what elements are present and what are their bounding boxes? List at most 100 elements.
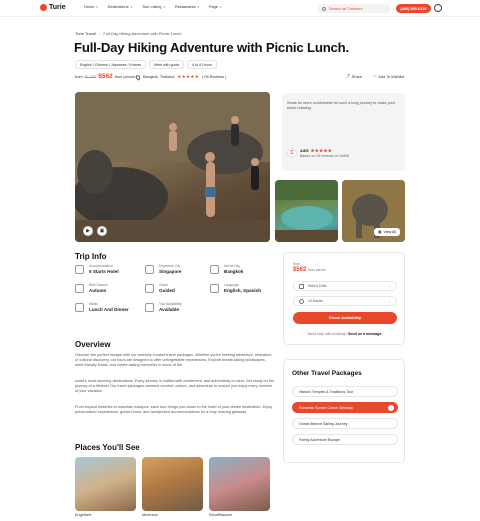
map-pin-icon (134, 73, 142, 81)
old-price: $1,700 (84, 75, 97, 79)
guests-select[interactable]: 12 Adults ⌄ (293, 296, 397, 306)
package-label: Ocean Breeze Sailing Journey (299, 421, 348, 426)
share-button[interactable]: ⤴ Share (346, 74, 362, 79)
package-label: Historic Temples & Traditions Tour (299, 389, 354, 394)
info-value: Guided (159, 288, 175, 293)
view-all-label: View All (383, 230, 396, 234)
menu-item-restaurants[interactable]: Restaurants ▾ (175, 5, 199, 9)
package-label: Family Adventure Escape (299, 437, 340, 442)
people-icon (299, 298, 304, 304)
hotel-icon (75, 265, 84, 274)
video-icon[interactable]: ▶ (83, 226, 93, 236)
package-item[interactable]: Historic Temples & Traditions Tour (292, 386, 398, 397)
package-item[interactable]: Family Adventure Escape (292, 434, 398, 445)
overview-paragraph: Discover the perfect escape with our car… (75, 353, 273, 368)
main-photo-art (75, 92, 270, 242)
view-all-button[interactable]: ▦ View All (374, 228, 400, 236)
info-departure: Departure City Singapore (145, 264, 210, 274)
info-value: Lunch And Dinner (89, 307, 129, 312)
info-label: Tour Availability (159, 302, 182, 306)
info-label: Best Season (89, 283, 108, 287)
tour-tags: English / Chinese / Japanese / Korean Me… (75, 60, 217, 69)
phone-button[interactable]: (406) 555-0120 (396, 4, 431, 13)
booking-price: $562 from person (293, 267, 326, 273)
menu-item-destinations[interactable]: Destinations ▾ (108, 5, 132, 9)
gallery-photo-elephant[interactable]: ▦ View All (342, 180, 405, 242)
river-photo-art (275, 180, 338, 242)
date-select-label: Select Date (308, 284, 327, 288)
info-value: English, Spanish (224, 288, 262, 293)
info-label: Departure City (159, 264, 181, 268)
package-item-active[interactable]: Romantic Sunset Cruise Getaway → (292, 402, 398, 413)
breadcrumb-current: Full-Day Hiking Adventure with Picnic Lu… (103, 31, 182, 36)
guide-icon (145, 284, 154, 293)
language-icon (210, 284, 219, 293)
breadcrumb-home[interactable]: Turie Travel (75, 31, 96, 36)
tag-guide: Meet with guide (149, 60, 185, 69)
wishlist-button[interactable]: ♡ Add To Wishlist (372, 74, 405, 80)
menu-item-label: Tour Listing (142, 5, 162, 9)
guests-select-label: 12 Adults (308, 299, 323, 303)
main-menu: Home ▾ Destinations ▾ Tour Listing ▾ Restau… (84, 5, 221, 9)
chevron-down-icon: ▾ (219, 5, 222, 9)
brand-logo[interactable]: Turie (40, 4, 66, 11)
menu-item-page[interactable]: Page ▾ (209, 5, 221, 9)
search-bar (317, 4, 391, 13)
search-icon (322, 6, 326, 11)
user-icon[interactable] (434, 4, 442, 12)
overview-heading: Overview (75, 340, 111, 349)
booking-help: Need help with booking? Send us a messag… (284, 332, 406, 336)
chevron-down-icon: ▾ (96, 5, 98, 9)
place-image (142, 457, 203, 511)
arrow-right-icon: → (388, 405, 394, 411)
info-language: Language English, Spanish (210, 283, 275, 293)
image-icon[interactable]: ▣ (97, 226, 107, 236)
review-score-value: 4.8/5 (300, 149, 309, 153)
send-message-link[interactable]: Send us a message. (348, 332, 382, 336)
info-season: Best Season Autumn (75, 283, 145, 293)
review-count[interactable]: ( 05 Reviews ) (202, 75, 226, 79)
location-text: Bangkok, Thailand (143, 75, 175, 79)
tag-languages: English / Chinese / Japanese / Korean (75, 60, 147, 69)
heart-icon: ♡ (372, 75, 377, 79)
info-label: Meals (89, 302, 98, 306)
page-actions: ⤴ Share ♡ Add To Wishlist (346, 74, 404, 79)
share-label: Share (351, 74, 362, 79)
info-arrival: Arrival City Bangkok (210, 264, 275, 274)
main-photo[interactable]: ▶ ▣ (75, 92, 270, 242)
menu-item-tour-listing[interactable]: Tour Listing ▾ (142, 5, 165, 9)
menu-item-label: Restaurants (175, 5, 196, 9)
booking-card: from $562 from person Select Date ⌄ 12 A… (283, 252, 405, 345)
package-item[interactable]: Ocean Breeze Sailing Journey (292, 418, 398, 429)
availability-icon (145, 303, 154, 312)
info-value: Available (159, 307, 180, 312)
check-availability-button[interactable]: Check Availability (293, 312, 397, 324)
date-select[interactable]: Select Date ⌄ (293, 281, 397, 291)
getlift-logo-icon: C (287, 148, 297, 158)
location-rating: Bangkok, Thailand ★★★★★ ( 05 Reviews ) (134, 73, 226, 81)
place-label: Montreux (142, 513, 158, 517)
brand-name: Turie (49, 4, 66, 11)
info-availability: Tour Availability Available (145, 302, 210, 312)
search-input[interactable] (329, 6, 384, 11)
place-card[interactable]: Montreux (142, 457, 203, 517)
menu-item-label: Destinations (107, 5, 129, 9)
info-value: Singapore (159, 269, 182, 274)
menu-item-home[interactable]: Home ▾ (84, 5, 98, 9)
calendar-icon (299, 283, 304, 289)
chevron-down-icon: ⌄ (387, 299, 391, 303)
info-value: 5 Starts Hotel (89, 269, 119, 274)
rating-stars-icon: ★★★★★ (177, 74, 200, 79)
wishlist-label: Add To Wishlist (378, 74, 405, 79)
place-card[interactable]: Engelbert (75, 457, 136, 517)
logo-mark-icon (40, 4, 47, 11)
info-label: Arrival City (224, 264, 240, 268)
gallery-photo-river[interactable] (275, 180, 338, 242)
place-card[interactable]: Schaffhausen (209, 457, 270, 517)
info-value: Autumn (89, 288, 107, 293)
grid-icon: ▦ (378, 230, 382, 234)
other-packages-card: Other Travel Packages Historic Temples &… (283, 359, 405, 463)
package-label: Romantic Sunset Cruise Getaway (299, 405, 353, 410)
tag-duration: 6 to 8 Hours (187, 60, 217, 69)
price-per-label: from person (114, 75, 135, 79)
